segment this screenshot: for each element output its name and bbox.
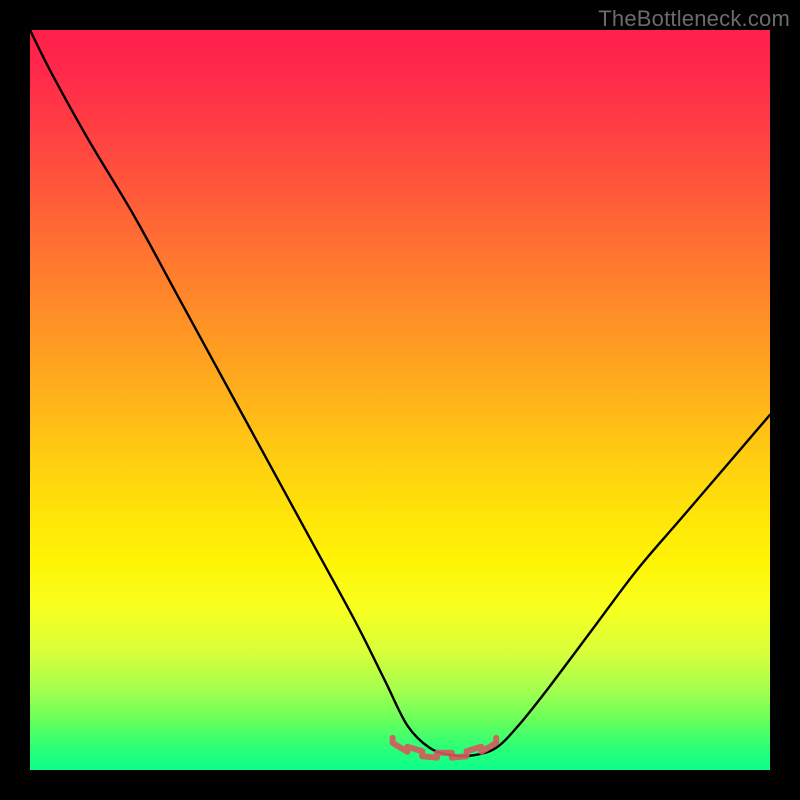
curve-layer <box>30 30 770 770</box>
watermark-text: TheBottleneck.com <box>598 6 790 32</box>
chart-frame: TheBottleneck.com <box>0 0 800 800</box>
bottleneck-curve <box>30 30 770 756</box>
plot-area <box>30 30 770 770</box>
